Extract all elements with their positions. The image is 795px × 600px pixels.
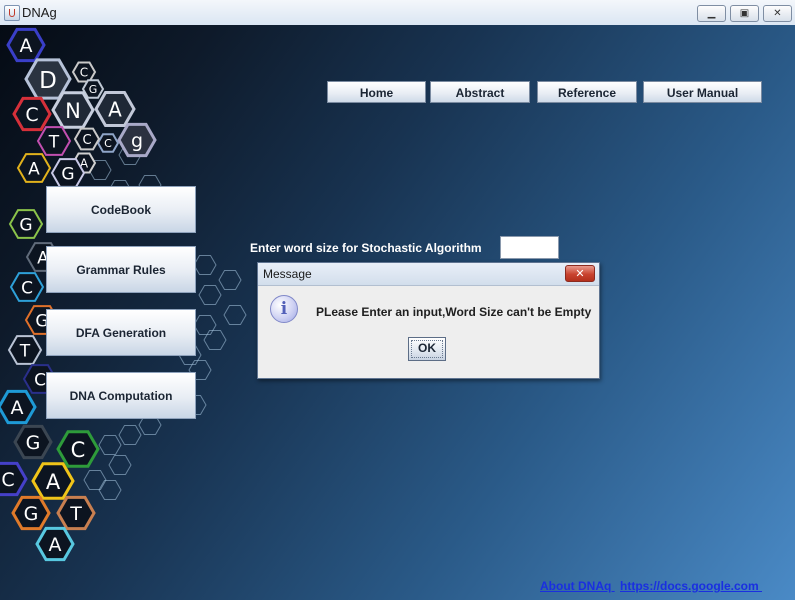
title-bar[interactable]: DNAg ▁ ▣ ✕ (0, 0, 795, 26)
dna-hexagon-letter: C (71, 438, 86, 462)
dna-hexagon-letter: A (46, 470, 61, 494)
decorative-hexagon (98, 435, 122, 455)
decorative-hexagon (193, 255, 217, 275)
minimize-button[interactable]: ▁ (697, 5, 726, 22)
decorative-hexagon (198, 285, 222, 305)
docs-google-link[interactable]: https://docs.google.com (620, 579, 762, 593)
dna-computation-button[interactable]: DNA Computation (46, 372, 196, 419)
decorative-hexagon (98, 480, 122, 500)
dna-hexagon-letter: G (61, 164, 74, 184)
dna-hexagon-letter: G (26, 432, 41, 454)
dialog-title-bar[interactable]: Message ✕ (258, 263, 599, 286)
decorative-hexagon (218, 270, 242, 290)
nav-reference-button[interactable]: Reference (537, 81, 637, 103)
codebook-button[interactable]: CodeBook (46, 186, 196, 233)
dna-hexagon-letter: C (25, 104, 38, 126)
dna-hexagon-letter: T (69, 503, 82, 525)
dna-hexagon-letter: A (20, 35, 33, 57)
close-icon: ✕ (773, 8, 782, 19)
dfa-generation-button[interactable]: DFA Generation (46, 309, 196, 356)
decorative-hexagon (83, 470, 107, 490)
dna-hexagon-letter: A (49, 534, 62, 556)
decorative-hexagon (223, 305, 247, 325)
grammar-rules-button[interactable]: Grammar Rules (46, 246, 196, 293)
dna-hexagon-letter: C (82, 133, 91, 148)
dialog-title: Message (263, 267, 312, 281)
dna-hexagon-letter: T (48, 132, 60, 152)
dna-hexagon-letter: G (89, 83, 98, 96)
nav-home-button[interactable]: Home (327, 81, 426, 103)
dna-hexagon-letter: C (21, 278, 33, 298)
dna-hexagon-letter: N (65, 99, 81, 123)
app-window: DNAg ▁ ▣ ✕ ADCCGNACTACgAGGACGTCAGCCAGTA … (0, 0, 795, 600)
ok-button[interactable]: OK (408, 337, 446, 361)
close-icon: ✕ (575, 267, 585, 280)
decorative-hexagon (118, 425, 142, 445)
dialog-message: PLease Enter an input,Word Size can't be… (316, 305, 592, 319)
about-dnaq-link[interactable]: About DNAq (540, 579, 615, 593)
dna-hexagon-letter: C (80, 65, 88, 79)
java-app-icon (4, 5, 20, 21)
dna-hexagon-letter: C (104, 137, 112, 150)
word-size-label: Enter word size for Stochastic Algorithm (250, 241, 482, 255)
decorative-hexagon (108, 455, 132, 475)
dialog-close-button[interactable]: ✕ (565, 265, 595, 282)
maximize-button[interactable]: ▣ (730, 5, 759, 22)
dna-hexagon-letter: D (39, 68, 57, 94)
decorative-hexagon (203, 330, 227, 350)
dna-hexagon-letter: g (131, 130, 143, 152)
nav-abstract-button[interactable]: Abstract (430, 81, 530, 103)
dna-hexagon-letter: G (19, 215, 32, 235)
message-dialog: Message ✕ i PLease Enter an input,Word S… (257, 262, 600, 379)
dna-hexagon-letter: G (24, 503, 39, 525)
dna-hexagon-letter: A (28, 159, 40, 179)
dna-hexagon-letter: C (34, 370, 46, 390)
dna-hexagon-letter: C (1, 469, 14, 491)
decorative-hexagon (193, 315, 217, 335)
word-size-input[interactable] (500, 236, 559, 259)
minimize-icon: ▁ (707, 8, 716, 19)
window-title: DNAg (22, 5, 57, 20)
dna-hexagon-letter: A (108, 98, 122, 122)
nav-user-manual-button[interactable]: User Manual (643, 81, 762, 103)
dna-hexagon-letter: A (11, 397, 24, 419)
dna-hexagon-letter: T (19, 341, 31, 361)
maximize-icon: ▣ (739, 8, 750, 19)
close-window-button[interactable]: ✕ (763, 5, 792, 22)
info-icon: i (270, 295, 298, 323)
